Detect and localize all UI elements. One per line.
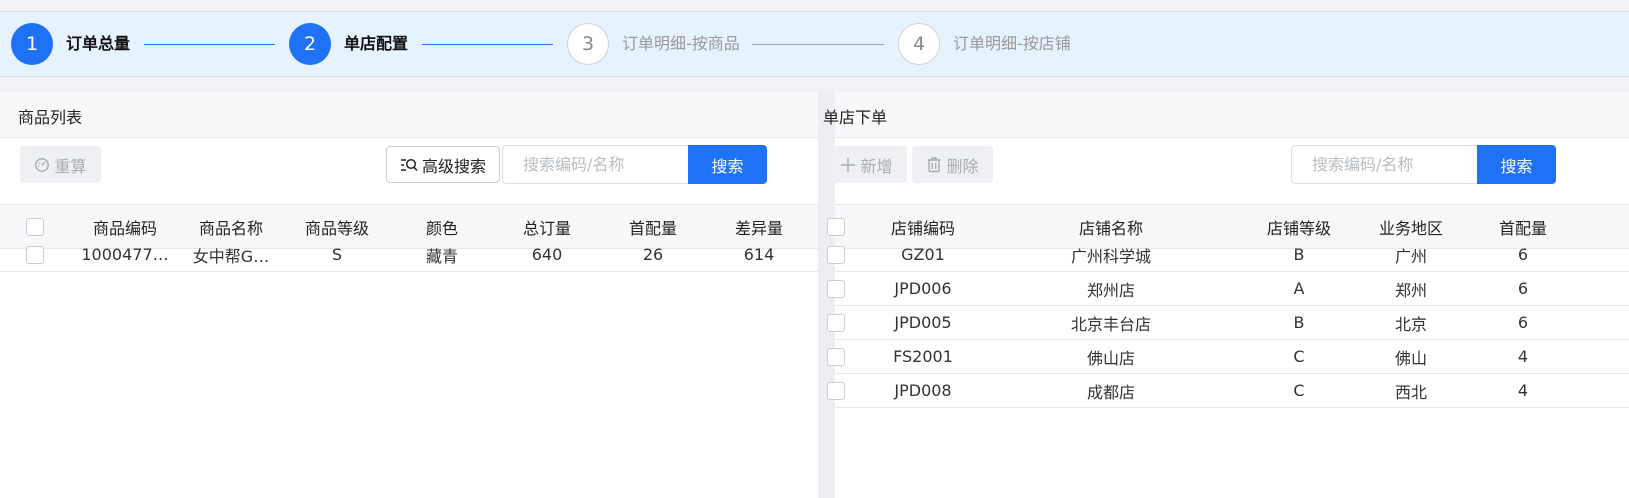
table-cell: 26	[642, 245, 664, 264]
table-row[interactable]: 1000477… 女中帮G… S 藏青 640 26 614	[0, 238, 818, 272]
add-label: 新增	[860, 156, 893, 176]
gauge-icon	[34, 157, 50, 173]
table-row[interactable]: JPD008 成都店 C 西北 4	[827, 374, 1629, 408]
table-cell: 广州	[1394, 246, 1427, 266]
table-cell: S	[331, 245, 343, 264]
product-search-input[interactable]	[502, 145, 690, 184]
table-cell: 佛山	[1394, 348, 1427, 368]
select-all-checkbox[interactable]	[26, 217, 44, 236]
step-connector-3	[752, 44, 884, 45]
table-cell: 佛山店	[1086, 348, 1135, 368]
table-cell: 4	[1517, 347, 1529, 366]
plus-icon	[840, 157, 856, 173]
step-4-number[interactable]: 4	[898, 23, 940, 65]
row-checkbox[interactable]	[827, 245, 845, 264]
table-cell: 郑州店	[1086, 280, 1135, 300]
row-select-cell	[823, 374, 849, 407]
table-cell: 北京	[1394, 314, 1427, 334]
table-cell: 1000477…	[81, 245, 169, 264]
select-all-checkbox[interactable]	[827, 217, 845, 236]
table-cell: JPD006	[894, 279, 952, 298]
store-search-button[interactable]: 搜索	[1477, 145, 1556, 184]
table-cell: 女中帮G…	[192, 246, 270, 266]
product-list-header: 商品列表	[0, 92, 818, 138]
row-checkbox[interactable]	[827, 313, 845, 332]
table-row[interactable]: JPD006 郑州店 A 郑州 6	[827, 272, 1629, 306]
table-cell: 4	[1517, 381, 1529, 400]
panel-title: 商品列表	[18, 108, 83, 127]
step-2-number[interactable]: 2	[289, 23, 331, 65]
table-cell: 6	[1517, 313, 1529, 332]
table-cell: C	[1293, 381, 1305, 400]
table-row[interactable]: GZ01 广州科学城 B 广州 6	[827, 238, 1629, 272]
table-cell: 640	[531, 245, 563, 264]
table-cell: 成都店	[1086, 382, 1135, 402]
table-cell: 西北	[1394, 382, 1427, 402]
table-cell: GZ01	[901, 245, 945, 264]
table-row[interactable]: FS2001 佛山店 C 佛山 4	[827, 340, 1629, 374]
row-checkbox[interactable]	[26, 245, 44, 264]
row-select-cell	[823, 272, 849, 305]
search-button-label: 搜索	[711, 156, 744, 176]
delete-label: 删除	[946, 156, 979, 176]
store-order-header: 单店下单	[823, 92, 1629, 138]
recalculate-button[interactable]: 重算	[20, 146, 101, 183]
product-list-panel: 商品列表 重算 高级搜索 搜索 商品编码 商品名称	[0, 92, 818, 498]
table-cell: 614	[743, 245, 775, 264]
row-checkbox[interactable]	[827, 347, 845, 366]
row-select-cell	[823, 340, 849, 373]
step-3-number[interactable]: 3	[567, 23, 609, 65]
step-2-label[interactable]: 单店配置	[344, 33, 408, 55]
table-cell: C	[1293, 347, 1305, 366]
table-cell: 郑州	[1394, 280, 1427, 300]
row-select-cell	[823, 306, 849, 339]
table-cell: 广州科学城	[1070, 246, 1151, 266]
table-cell: 藏青	[425, 246, 458, 266]
row-select-cell	[22, 238, 48, 271]
step-1-label[interactable]: 订单总量	[66, 33, 130, 55]
step-4-label[interactable]: 订单明细-按店铺	[953, 33, 1071, 55]
table-cell: B	[1293, 313, 1305, 332]
search-button-label: 搜索	[1500, 156, 1533, 176]
row-select-cell	[823, 238, 849, 271]
step-3-label[interactable]: 订单明细-按商品	[622, 33, 740, 55]
advanced-search-label: 高级搜索	[421, 156, 486, 176]
step-connector-1	[144, 44, 275, 45]
trash-icon	[926, 156, 942, 173]
step-1-number[interactable]: 1	[11, 23, 53, 65]
advanced-search-button[interactable]: 高级搜索	[386, 146, 500, 183]
table-cell: A	[1293, 279, 1305, 298]
recalculate-label: 重算	[54, 156, 87, 176]
step-connector-2	[422, 44, 553, 45]
row-checkbox[interactable]	[827, 381, 845, 400]
order-stepper: 1 订单总量 2 单店配置 3 订单明细-按商品 4 订单明细-按店铺	[0, 11, 1629, 77]
table-cell: 6	[1517, 279, 1529, 298]
panel-title: 单店下单	[823, 108, 888, 127]
row-checkbox[interactable]	[827, 279, 845, 298]
table-cell: B	[1293, 245, 1305, 264]
store-search-input[interactable]	[1291, 145, 1479, 184]
table-cell: 6	[1517, 245, 1529, 264]
delete-button[interactable]: 删除	[912, 146, 993, 183]
table-cell: FS2001	[893, 347, 953, 366]
table-cell: JPD008	[894, 381, 952, 400]
table-cell: JPD005	[894, 313, 952, 332]
table-cell: 北京丰台店	[1070, 314, 1151, 334]
table-row[interactable]: JPD005 北京丰台店 B 北京 6	[827, 306, 1629, 340]
add-button[interactable]: 新增	[826, 146, 907, 183]
product-search-button[interactable]: 搜索	[688, 145, 767, 184]
store-order-panel: 单店下单 新增 删除 搜索 店铺编码 店铺名称 店铺等级 业务地区	[823, 92, 1629, 498]
advanced-search-icon	[400, 157, 418, 173]
